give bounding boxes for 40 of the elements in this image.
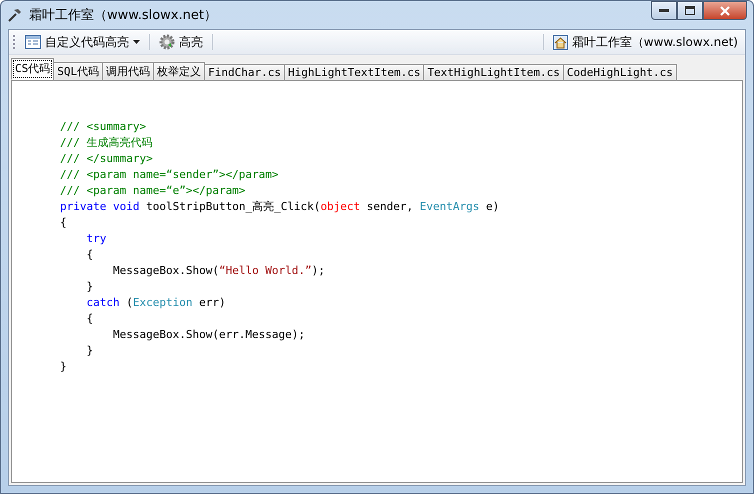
tab[interactable]: CS代码 — [11, 58, 54, 80]
code-line: /// </summary> — [60, 151, 154, 167]
hammer-icon — [7, 7, 23, 23]
code-line: private void toolStripButton_高亮_Click(object sender, EventArgs e) — [60, 199, 500, 215]
highlight-button[interactable]: 高亮 — [156, 32, 206, 52]
code-line: } — [85, 343, 94, 359]
code-line: /// 生成高亮代码 — [60, 135, 154, 151]
website-button[interactable]: 霜叶工作室（www.slowx.net) — [550, 32, 741, 52]
tab[interactable]: TextHighLightItem.cs — [423, 64, 564, 80]
tab[interactable]: FindChar.cs — [204, 64, 285, 80]
minimize-button[interactable] — [651, 1, 677, 20]
minimize-icon — [659, 8, 669, 12]
close-icon — [720, 6, 730, 16]
code-line: /// <param name=“e”></param> — [60, 183, 246, 199]
code-line: } — [60, 359, 68, 375]
window-title: 霜叶工作室（www.slowx.net） — [29, 7, 218, 24]
code-line: MessageBox.Show(err.Message); — [112, 327, 306, 343]
tab[interactable]: CodeHighLight.cs — [562, 64, 677, 80]
toolbar-grip — [13, 35, 18, 49]
tab[interactable]: 调用代码 — [102, 62, 154, 80]
code-line: { — [60, 215, 68, 231]
code-line: catch (Exception err) — [85, 295, 227, 311]
code-line: try — [85, 231, 108, 247]
maximize-button[interactable] — [677, 1, 703, 20]
house-icon — [552, 34, 568, 50]
caret-icon — [133, 40, 140, 44]
gear-icon — [159, 34, 175, 50]
maximize-icon — [685, 6, 695, 15]
tab[interactable]: HighLightTextItem.cs — [284, 64, 424, 80]
code-line: } — [85, 279, 94, 295]
code-line: { — [85, 311, 94, 327]
code-line: MessageBox.Show(“Hello World.”); — [112, 263, 326, 279]
dropdown-button[interactable]: 自定义代码高亮 — [22, 32, 143, 52]
code-line: /// <param name=“sender”></param> — [60, 167, 280, 183]
form-icon — [25, 35, 41, 49]
tab[interactable]: SQL代码 — [53, 62, 104, 80]
code-line: /// <summary> — [60, 119, 148, 135]
code-line: { — [85, 247, 94, 263]
tab[interactable]: 枚举定义 — [153, 62, 206, 80]
close-button[interactable] — [703, 1, 747, 20]
